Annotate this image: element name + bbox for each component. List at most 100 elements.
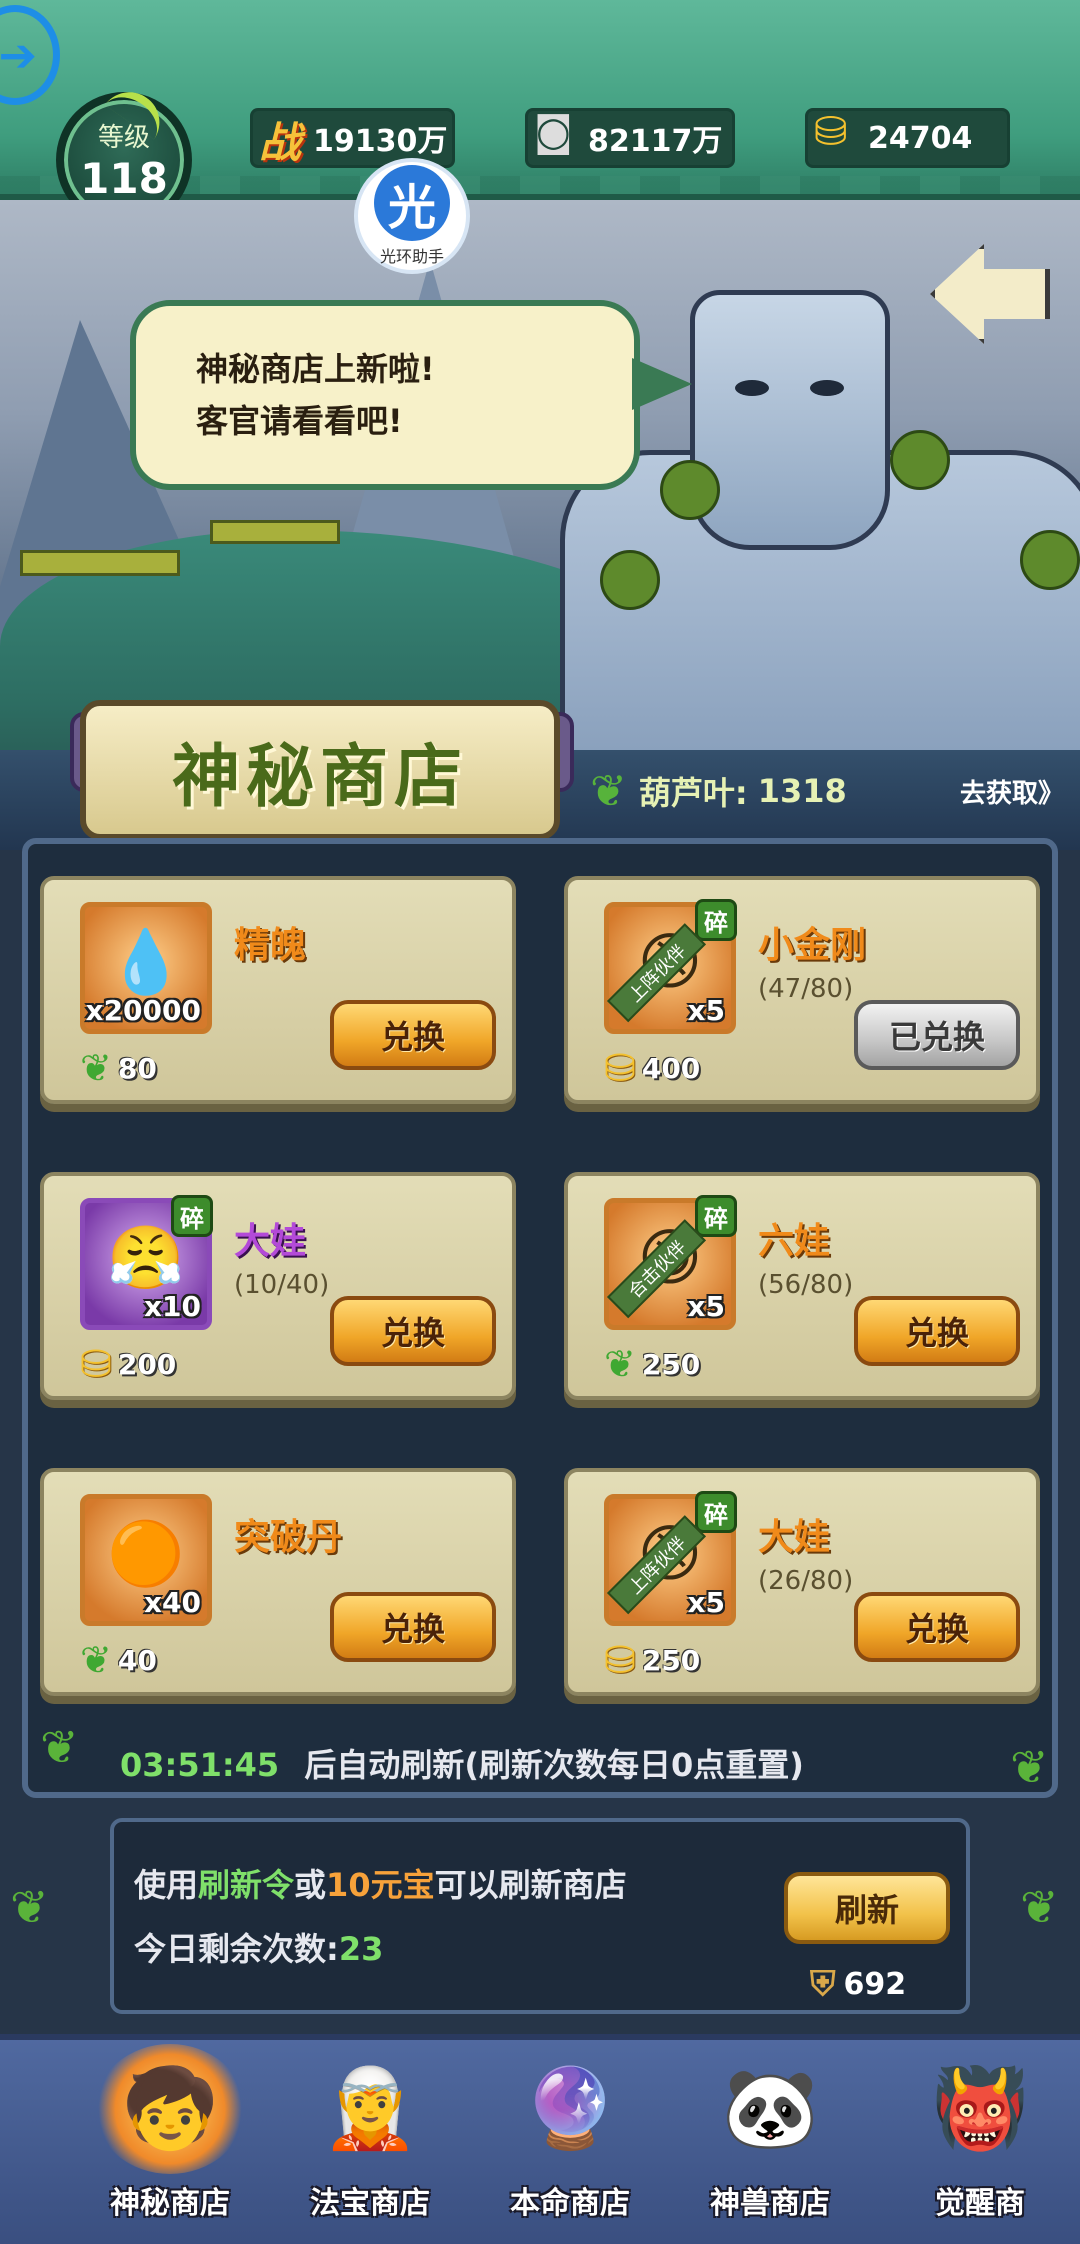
- helper-icon: 光: [374, 165, 450, 241]
- shop-item-card: 😤 x10 碎 大娃 (10/40) ⛁ 200 兑换: [40, 1172, 516, 1400]
- refresh-timer: 03:51:45: [120, 1746, 280, 1784]
- fragment-badge: 碎: [695, 1491, 737, 1533]
- leaf-icon: ❦: [80, 1638, 112, 1682]
- leaf-icon: ❦: [80, 1046, 112, 1090]
- shop-item-card: 💧 x20000 精魄 ❦ 80 兑换: [40, 876, 516, 1104]
- price-value: 400: [641, 1051, 701, 1085]
- gold-ingot-icon: ⛁: [604, 1046, 636, 1090]
- price-value: 80: [117, 1051, 157, 1085]
- shop-tab-icon: 👹: [931, 2063, 1029, 2154]
- refresh-text: 可以刷新商店: [434, 1866, 627, 1904]
- item-thumbnail[interactable]: 😠 x5 碎 上阵伙伴: [604, 1491, 737, 1626]
- item-thumbnail[interactable]: 🟠 x40: [80, 1494, 212, 1626]
- fence: [20, 550, 180, 576]
- item-progress: (10/40): [234, 1270, 330, 1300]
- shop-item-card: 🟠 x40 突破丹 ❦ 40 兑换: [40, 1468, 516, 1696]
- item-price: ❦ 250: [604, 1342, 700, 1386]
- shop-tab[interactable]: 👹 觉醒商: [880, 2040, 1080, 2240]
- go-get-link[interactable]: 去获取》: [960, 773, 1064, 810]
- item-image: 🟠: [107, 1517, 185, 1590]
- exchange-button[interactable]: 兑换: [854, 1592, 1020, 1662]
- speech-line-2: 客官请看看吧!: [196, 402, 403, 440]
- gold-ingot-icon: ⛁: [80, 1342, 112, 1386]
- silver-value: 82117万: [588, 124, 723, 159]
- refresh-token-text: 刷新令: [198, 1866, 295, 1904]
- gold-value: 24704: [868, 120, 973, 156]
- item-thumbnail[interactable]: 😆 x5 碎 合击伙伴: [604, 1195, 737, 1330]
- helper-label: 光环助手: [379, 247, 444, 266]
- exchange-button[interactable]: 兑换: [330, 1000, 496, 1070]
- exchange-button[interactable]: 已兑换: [854, 1000, 1020, 1070]
- item-image: 💧: [107, 925, 185, 998]
- vine-decoration: ❦: [10, 1880, 49, 1934]
- vine-decoration: ❦: [40, 1720, 79, 1774]
- shop-tab-label: 神兽商店: [710, 2186, 830, 2221]
- item-name: 精魄: [234, 925, 307, 966]
- item-thumbnail[interactable]: 💧 x20000: [80, 902, 212, 1034]
- item-thumbnail[interactable]: 😤 x10 碎: [80, 1195, 213, 1330]
- item-quantity: x40: [143, 1586, 201, 1619]
- remaining-count-line: 今日剩余次数:23: [134, 1924, 383, 1970]
- shop-tab[interactable]: 🔮 本命商店: [480, 2040, 660, 2240]
- gold-ingot-icon: ⛁: [604, 1638, 636, 1682]
- refresh-text: 或: [294, 1866, 327, 1904]
- item-quantity: x10: [143, 1290, 201, 1323]
- fence: [210, 520, 340, 544]
- item-price: ⛁ 200: [80, 1342, 176, 1386]
- leaf-value: 1318: [757, 772, 847, 810]
- fragment-badge: 碎: [171, 1195, 213, 1237]
- shop-tab-label: 法宝商店: [310, 2186, 430, 2221]
- shop-tab-label: 神秘商店: [110, 2186, 230, 2221]
- refresh-token-icon: ⛨: [810, 1964, 836, 2004]
- item-price: ⛁ 250: [604, 1638, 700, 1682]
- silver-coin-icon: ◙: [534, 109, 573, 155]
- leaf-icon: ❦: [604, 1342, 636, 1386]
- silver-display[interactable]: ◙ 82117万: [525, 108, 735, 168]
- level-value: 118: [80, 154, 168, 203]
- refresh-token-count: ⛨ 692: [810, 1964, 906, 2004]
- gold-ingot-icon: ⛁: [814, 109, 848, 155]
- shop-tab-label: 本命商店: [510, 2186, 630, 2221]
- shop-tab-icon: 🧒: [95, 2044, 245, 2174]
- exchange-button[interactable]: 兑换: [854, 1296, 1020, 1366]
- power-value: 19130万: [313, 124, 448, 159]
- leaf-counter: ❦ 葫芦叶: 1318 去获取》: [590, 760, 1080, 822]
- item-quantity: x5: [687, 1586, 725, 1619]
- remaining-label: 今日剩余次数:: [134, 1930, 339, 1968]
- shop-tab-icon: 🐼: [721, 2063, 819, 2154]
- price-value: 200: [117, 1347, 177, 1381]
- shop-tab-icon: 🔮: [521, 2063, 619, 2154]
- exchange-button[interactable]: 兑换: [330, 1592, 496, 1662]
- item-price: ❦ 40: [80, 1638, 157, 1682]
- speech-bubble: 神秘商店上新啦! 客官请看看吧!: [130, 300, 692, 490]
- item-thumbnail[interactable]: 😠 x5 碎 上阵伙伴: [604, 899, 737, 1034]
- refresh-timer-text: 后自动刷新(刷新次数每日0点重置): [304, 1746, 804, 1784]
- power-icon: 战: [259, 118, 302, 167]
- shop-item-card: 😠 x5 碎 上阵伙伴 大娃 (26/80) ⛁ 250 兑换: [564, 1468, 1040, 1696]
- refresh-text: 使用: [134, 1866, 199, 1904]
- price-value: 40: [117, 1643, 157, 1677]
- vine-decoration: ❦: [1010, 1740, 1049, 1794]
- vine-decoration: ❦: [1020, 1880, 1059, 1934]
- shop-tab-icon: 🧝: [321, 2063, 419, 2154]
- price-value: 250: [641, 1643, 701, 1677]
- refresh-cost-text: 10元宝: [326, 1866, 435, 1904]
- refresh-token-value: 692: [843, 1966, 907, 2002]
- helper-app-badge[interactable]: 光 光环助手: [354, 158, 470, 274]
- exchange-button[interactable]: 兑换: [330, 1296, 496, 1366]
- item-name: 突破丹: [234, 1517, 343, 1558]
- refresh-button[interactable]: 刷新: [784, 1872, 950, 1944]
- shop-tab[interactable]: 🐼 神兽商店: [680, 2040, 860, 2240]
- shop-tab[interactable]: 🧒 神秘商店: [80, 2040, 260, 2240]
- leaf-icon: ❦: [590, 765, 627, 817]
- item-progress: (47/80): [758, 974, 854, 1004]
- gold-display[interactable]: ⛁ 24704: [805, 108, 1010, 168]
- remaining-value: 23: [338, 1930, 384, 1968]
- item-quantity: x20000: [85, 994, 201, 1027]
- shop-tab-label: 觉醒商: [935, 2186, 1025, 2221]
- shop-title: 神秘商店: [80, 700, 560, 840]
- shop-tab[interactable]: 🧝 法宝商店: [280, 2040, 460, 2240]
- leaf-label: 葫芦叶:: [638, 774, 748, 812]
- speech-line-1: 神秘商店上新啦!: [196, 350, 435, 388]
- price-value: 250: [641, 1347, 701, 1381]
